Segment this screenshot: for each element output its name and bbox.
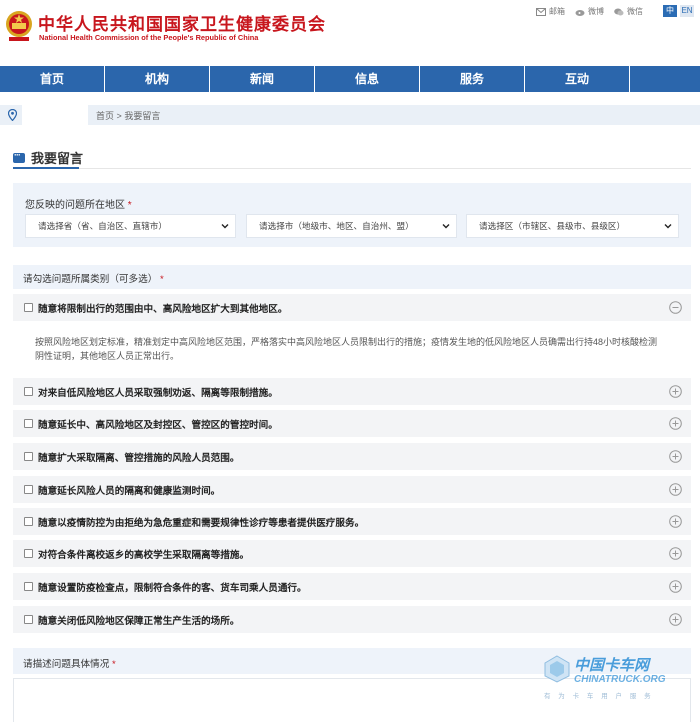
category-item[interactable]: 随意关闭低风险地区保障正常生产生活的场所。 [13, 606, 691, 633]
category-detail-text: 按照风险地区划定标准，精准划定中高风险地区范围，严格落实中高风险地区人员限制出行… [35, 337, 658, 361]
category-checkbox[interactable] [24, 549, 33, 558]
site-title-cn: 中华人民共和国国家卫生健康委员会 [38, 15, 326, 34]
expand-icon[interactable] [669, 580, 682, 593]
category-item-text: 对来自低风险地区人员采取强制劝返、隔离等限制措施。 [38, 388, 278, 399]
category-item-text: 随意设置防疫检查点，限制符合条件的客、货车司乘人员通行。 [38, 583, 307, 594]
lang-zh-button[interactable]: 中 [663, 5, 677, 17]
section-title-text: 我要留言 [31, 151, 84, 166]
province-select-value: 请选择省（省、自治区、直辖市） [38, 221, 167, 231]
collapse-icon[interactable] [669, 301, 682, 314]
section-title-underline [13, 167, 79, 169]
category-checkbox[interactable] [24, 387, 33, 396]
site-title-en: National Health Commission of the People… [39, 33, 259, 42]
location-pin-icon [8, 109, 17, 121]
chevron-down-icon [442, 224, 450, 229]
wechat-link-label: 微信 [627, 7, 643, 16]
category-checkbox[interactable] [24, 582, 33, 591]
category-checkbox[interactable] [24, 303, 33, 312]
category-label: 请勾选问题所属类别（可多选） * [23, 271, 164, 285]
category-item[interactable]: 随意设置防疫检查点，限制符合条件的客、货车司乘人员通行。 [13, 573, 691, 600]
expand-icon[interactable] [669, 515, 682, 528]
nav-item-institutions[interactable]: 机构 [105, 66, 210, 92]
watermark-cn: 中国卡车网 [574, 657, 650, 674]
expand-icon[interactable] [669, 483, 682, 496]
category-checkbox[interactable] [24, 615, 33, 624]
required-mark: * [159, 274, 164, 285]
weibo-link[interactable]: 微博 [575, 6, 604, 17]
category-item-text: 对符合条件离校返乡的高校学生采取隔离等措施。 [38, 550, 250, 561]
nav-item-interaction[interactable]: 互动 [525, 66, 630, 92]
top-links: 邮箱 微博 微信 [536, 6, 643, 17]
section-divider [13, 168, 691, 169]
region-label-text: 您反映的问题所在地区 [25, 200, 125, 211]
category-checkbox[interactable] [24, 517, 33, 526]
expand-icon[interactable] [669, 613, 682, 626]
wechat-icon [614, 8, 624, 15]
weibo-icon [575, 9, 585, 16]
nav-item-services[interactable]: 服务 [420, 66, 525, 92]
category-item-text: 随意将限制出行的范围由中、高风险地区扩大到其他地区。 [38, 304, 288, 315]
main-nav: 首页 机构 新闻 信息 服务 互动 [0, 66, 700, 92]
category-checkbox[interactable] [24, 419, 33, 428]
details-label: 请描述问题具体情况 * [23, 656, 116, 670]
category-item[interactable]: 随意将限制出行的范围由中、高风险地区扩大到其他地区。 [13, 294, 691, 321]
category-item[interactable]: 随意延长中、高风险地区及封控区、管控区的管控时间。 [13, 410, 691, 437]
region-panel: 您反映的问题所在地区 * 请选择省（省、自治区、直辖市） 请选择市（地级市、地区… [13, 183, 691, 247]
wechat-link[interactable]: 微信 [614, 6, 643, 17]
nav-item-home[interactable]: 首页 [0, 66, 105, 92]
required-mark: * [127, 200, 132, 211]
section-title: 我要留言 [13, 148, 83, 167]
watermark-en: CHINATRUCK.ORG [574, 674, 666, 685]
lang-en-button[interactable]: EN [680, 5, 694, 17]
category-label-bar: 请勾选问题所属类别（可多选） * [13, 265, 691, 289]
mail-link-label: 邮箱 [549, 7, 565, 16]
city-select[interactable]: 请选择市（地级市、地区、自治州、盟） [246, 214, 457, 238]
category-item[interactable]: 对来自低风险地区人员采取强制劝返、隔离等限制措施。 [13, 378, 691, 405]
national-emblem-icon [6, 11, 32, 41]
mail-link[interactable]: 邮箱 [536, 6, 565, 17]
weibo-link-label: 微博 [588, 7, 604, 16]
chevron-down-icon [221, 224, 229, 229]
breadcrumb-spacer [22, 105, 88, 125]
expand-icon[interactable] [669, 417, 682, 430]
nav-filler [630, 66, 700, 92]
category-item-text: 随意以疫情防控为由拒绝为急危重症和需要规律性诊疗等患者提供医疗服务。 [38, 518, 365, 529]
watermark: 中国卡车网 CHINATRUCK.ORG 有 为 卡 车 用 户 服 务 [544, 654, 694, 700]
category-item-text: 随意扩大采取隔离、管控措施的风险人员范围。 [38, 453, 240, 464]
category-item-text: 随意延长风险人员的隔离和健康监测时间。 [38, 486, 221, 497]
breadcrumb-bar: 首页 > 我要留言 [0, 105, 700, 125]
truck-logo-icon [544, 655, 570, 683]
nav-item-information[interactable]: 信息 [315, 66, 420, 92]
mail-icon [536, 7, 546, 16]
category-checkbox[interactable] [24, 485, 33, 494]
district-select[interactable]: 请选择区（市辖区、县级市、县级区） [466, 214, 679, 238]
category-item[interactable]: 随意以疫情防控为由拒绝为急危重症和需要规律性诊疗等患者提供医疗服务。 [13, 508, 691, 535]
chevron-down-icon [664, 224, 672, 229]
details-label-text: 请描述问题具体情况 [23, 659, 110, 670]
category-item[interactable]: 随意扩大采取隔离、管控措施的风险人员范围。 [13, 443, 691, 470]
category-item-text: 随意延长中、高风险地区及封控区、管控区的管控时间。 [38, 420, 278, 431]
district-select-value: 请选择区（市辖区、县级市、县级区） [479, 221, 626, 231]
nav-item-news[interactable]: 新闻 [210, 66, 315, 92]
category-label-text: 请勾选问题所属类别（可多选） [23, 274, 158, 285]
expand-icon[interactable] [669, 547, 682, 560]
required-mark: * [112, 659, 116, 670]
expand-icon[interactable] [669, 385, 682, 398]
breadcrumb-current: 我要留言 [124, 111, 161, 121]
watermark-sub: 有 为 卡 车 用 户 服 务 [544, 693, 654, 700]
region-label: 您反映的问题所在地区 * [25, 196, 132, 211]
category-item-text: 随意关闭低风险地区保障正常生产生活的场所。 [38, 616, 240, 627]
breadcrumb-separator: > [116, 111, 122, 121]
province-select[interactable]: 请选择省（省、自治区、直辖市） [25, 214, 236, 238]
breadcrumb: 首页 > 我要留言 [96, 109, 160, 122]
category-checkbox[interactable] [24, 452, 33, 461]
site-header: 中华人民共和国国家卫生健康委员会 National Health Commiss… [0, 0, 700, 66]
category-detail: 按照风险地区划定标准，精准划定中高风险地区范围，严格落实中高风险地区人员限制出行… [13, 323, 691, 375]
category-item[interactable]: 对符合条件离校返乡的高校学生采取隔离等措施。 [13, 540, 691, 567]
breadcrumb-home-link[interactable]: 首页 [96, 111, 114, 121]
category-item[interactable]: 随意延长风险人员的隔离和健康监测时间。 [13, 476, 691, 503]
expand-icon[interactable] [669, 450, 682, 463]
message-icon [13, 150, 25, 163]
city-select-value: 请选择市（地级市、地区、自治州、盟） [259, 221, 414, 231]
